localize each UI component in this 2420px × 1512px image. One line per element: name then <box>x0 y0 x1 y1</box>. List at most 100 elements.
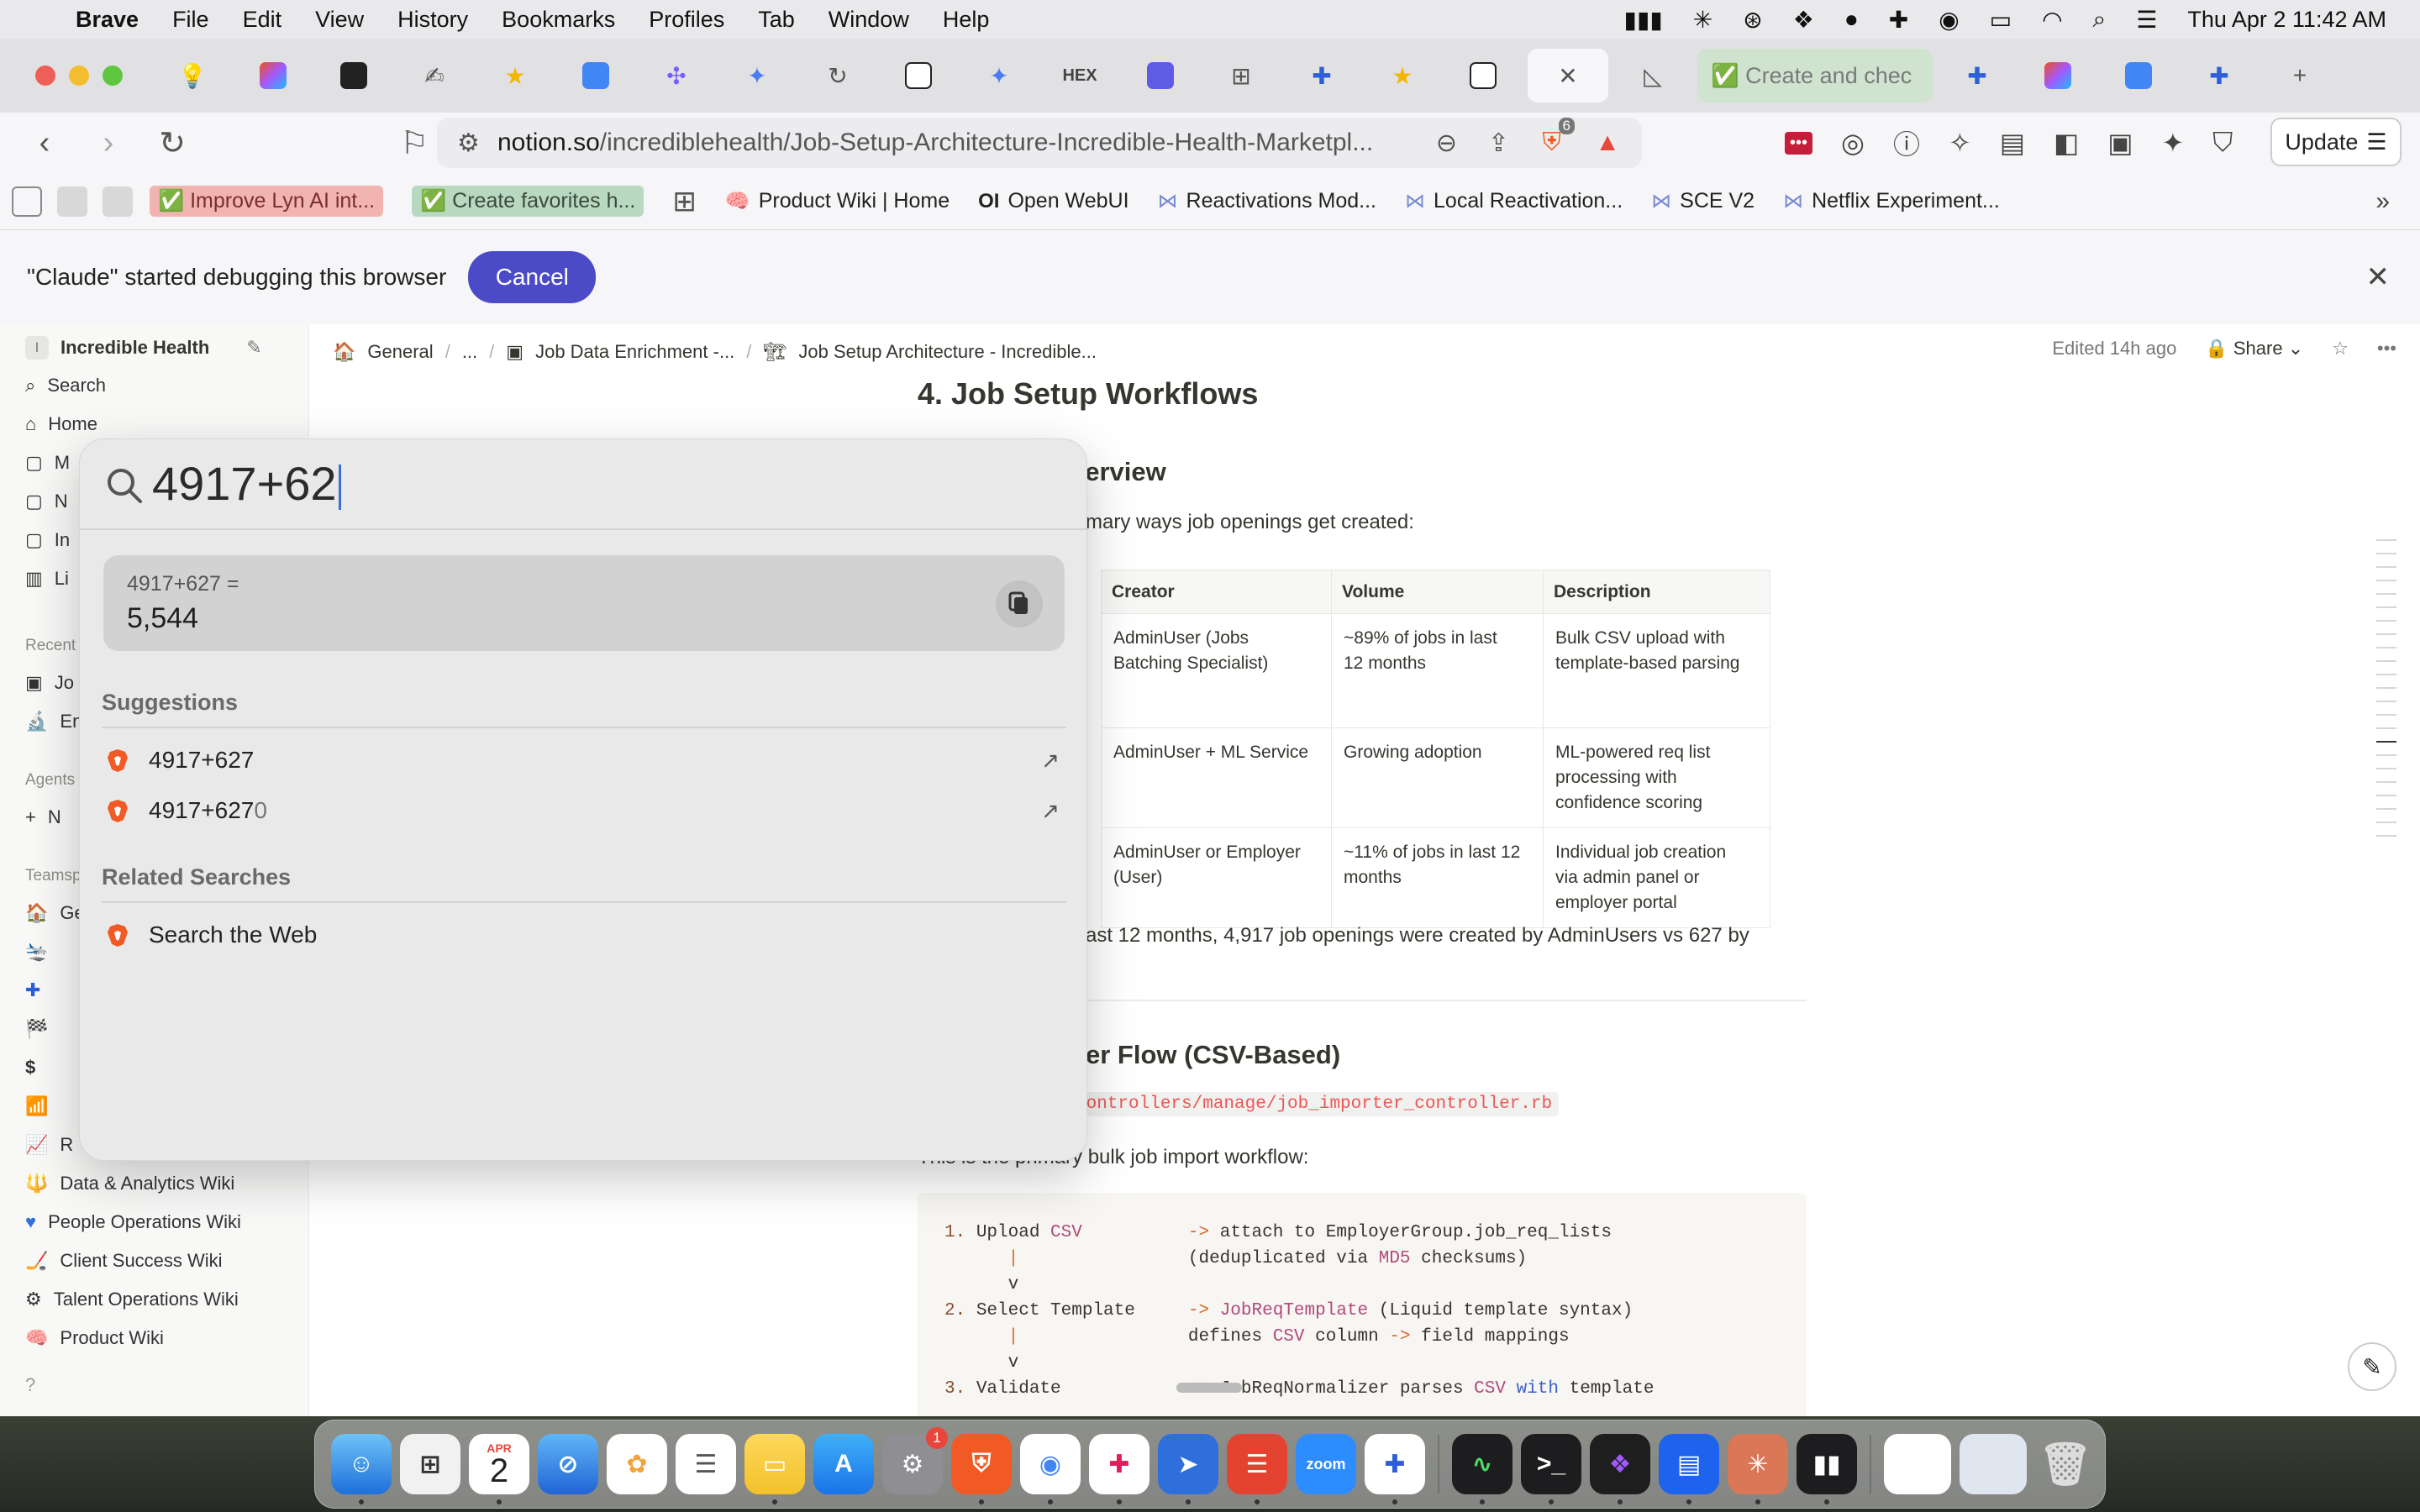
sidebar-search[interactable]: ⌕ Search <box>25 375 106 396</box>
crumb-ellipsis[interactable]: ... <box>462 341 477 363</box>
menu-edit[interactable]: Edit <box>243 7 282 33</box>
more-options-icon[interactable]: ••• <box>2377 338 2396 360</box>
leo-ai-icon[interactable]: ✦ <box>2161 127 2184 159</box>
tab-notion-2[interactable] <box>1447 49 1519 102</box>
brave-rewards-icon[interactable]: ▲ <box>1595 129 1620 157</box>
wiki-talent-ops[interactable]: ⚙ Talent Operations Wiki <box>25 1289 239 1310</box>
sidebar-item-n[interactable]: ▢ N <box>25 491 68 512</box>
menu-view[interactable]: View <box>315 7 364 33</box>
dollar-circle-icon[interactable]: ⊛ <box>1743 6 1762 34</box>
wiki-people-ops[interactable]: ♥ People Operations Wiki <box>25 1211 241 1233</box>
suggestion-item[interactable]: 4917+627 ↗ <box>102 737 1066 784</box>
new-page-icon[interactable]: ✎ <box>246 337 261 359</box>
sidebar-toggle-icon[interactable]: ◧ <box>2054 127 2079 159</box>
teamspace-item[interactable]: $ <box>25 1057 35 1079</box>
slack-app-icon[interactable]: ✚ <box>1089 1434 1150 1504</box>
tab-notion[interactable] <box>882 49 955 102</box>
claude-spark-icon[interactable]: ✳ <box>1693 6 1712 34</box>
wiki-client-success[interactable]: 🏒 Client Success Wiki <box>25 1250 223 1272</box>
bookmark-open-webui[interactable]: OI Open WebUI <box>978 189 1128 213</box>
tab-linear[interactable] <box>1124 49 1197 102</box>
forward-icon[interactable]: › <box>89 125 128 161</box>
tab-ruler[interactable]: ◺ <box>1617 49 1689 102</box>
recent-item[interactable]: 🔬 En <box>25 711 82 732</box>
tab-figma[interactable] <box>237 49 309 102</box>
crumb-general[interactable]: General <box>367 341 433 363</box>
menu-history[interactable]: History <box>397 7 468 33</box>
brave-shields-icon[interactable]: ⛨ <box>1543 129 1562 157</box>
finder-icon[interactable]: ☺ <box>331 1434 392 1504</box>
close-tab-icon[interactable]: ✕ <box>1558 62 1577 90</box>
teamspace-general[interactable]: 🏠 Ge <box>25 902 85 924</box>
todoist-icon[interactable]: ☰ <box>1227 1434 1287 1504</box>
cancel-debug-button[interactable]: Cancel <box>468 251 597 303</box>
tab-pinwheel[interactable]: ✣ <box>640 49 713 102</box>
bookmark-netflix[interactable]: ⋈ Netflix Experiment... <box>1783 189 2000 213</box>
figma-app-icon[interactable]: ❖ <box>1590 1434 1650 1504</box>
tab-gemini[interactable]: ✦ <box>721 49 793 102</box>
clickup-icon[interactable]: ✚ <box>1365 1434 1425 1504</box>
tab-group-icon[interactable] <box>12 186 42 217</box>
update-button[interactable]: Update ☰ <box>2270 118 2402 166</box>
bookmark-local-reactivation[interactable]: ⋈ Local Reactivation... <box>1405 189 1623 213</box>
reminders-icon[interactable]: ☰ <box>676 1434 736 1494</box>
archive-icon[interactable]: ▤ <box>2000 127 2025 159</box>
sidebar-item-inbox[interactable]: ▢ In <box>25 529 70 551</box>
zoom-window-button[interactable] <box>103 66 123 86</box>
direct-icon[interactable]: ➤ <box>1158 1434 1218 1504</box>
bookmark-create-favorites[interactable]: ✅ Create favorites h... <box>412 186 644 217</box>
new-agent[interactable]: + N <box>25 806 61 828</box>
address-bar[interactable]: ⚙ notion.so/incrediblehealth/Job-Setup-A… <box>437 118 1642 168</box>
menu-bookmarks[interactable]: Bookmarks <box>502 7 615 33</box>
wallet-icon[interactable]: ▣ <box>2107 127 2133 159</box>
figma-icon[interactable]: ❖ <box>1793 6 1814 34</box>
crumb-job-data-enrichment[interactable]: Job Data Enrichment -... <box>535 341 734 363</box>
zoom-out-icon[interactable]: ⊖ <box>1436 129 1457 158</box>
tab-gemini-2[interactable]: ✦ <box>963 49 1035 102</box>
teamspace-item[interactable]: 📶 <box>25 1095 48 1117</box>
brave-browser-icon[interactable]: ⛨ <box>951 1434 1012 1504</box>
tab-signature[interactable]: ✍ <box>398 49 471 102</box>
info-icon[interactable]: ⓘ <box>1893 123 1920 162</box>
safari-icon[interactable]: ⊘ <box>538 1434 598 1494</box>
tab-refresh[interactable]: ↻ <box>802 49 874 102</box>
tab-hex[interactable]: HEX <box>1044 49 1116 102</box>
slack-icon[interactable]: ✚ <box>1889 6 1908 34</box>
tab-star-2[interactable]: ★ <box>1366 49 1439 102</box>
chrome-icon[interactable]: ◉ <box>1020 1434 1081 1504</box>
trash-icon[interactable]: 🗑 <box>2035 1434 2096 1494</box>
apps-grid-icon[interactable]: ⊞ <box>672 185 697 218</box>
share-button[interactable]: 🔒 Share ⌄ <box>2205 338 2303 360</box>
help-icon[interactable]: ? <box>25 1374 35 1396</box>
site-settings-icon[interactable]: ⚙ <box>457 129 480 158</box>
favorite-star-icon[interactable]: ☆ <box>2332 338 2349 360</box>
photos-icon[interactable]: ✿ <box>607 1434 667 1494</box>
menu-file[interactable]: File <box>172 7 209 33</box>
zoom-app-icon[interactable]: zoom <box>1296 1434 1356 1494</box>
bookmark-icon[interactable]: ⚐ <box>395 124 434 162</box>
close-window-button[interactable] <box>35 66 55 86</box>
menu-app-name[interactable]: Brave <box>76 7 139 33</box>
tab-figma-2[interactable] <box>2022 49 2094 102</box>
menu-help[interactable]: Help <box>943 7 990 33</box>
activity-monitor-icon[interactable]: ∿ <box>1452 1434 1512 1504</box>
tab-calendar-2[interactable] <box>2102 49 2175 102</box>
page-outline[interactable] <box>2376 539 2396 848</box>
account-icon[interactable]: ◉ <box>1939 6 1959 34</box>
terminal-icon[interactable]: >_ <box>1521 1434 1581 1504</box>
search-web-item[interactable]: Search the Web <box>102 911 1066 958</box>
menu-tab[interactable]: Tab <box>758 7 795 33</box>
horizontal-scrollbar[interactable] <box>1176 1383 1242 1393</box>
menu-profiles[interactable]: Profiles <box>649 7 724 33</box>
minimize-window-button[interactable] <box>69 66 89 86</box>
spotlight-search-input[interactable]: 4917+62 <box>152 456 341 511</box>
wiki-data-analytics[interactable]: 🔱 Data & Analytics Wiki <box>25 1173 234 1194</box>
sidebar-item-library[interactable]: ▥ Li <box>25 568 69 590</box>
menu-window[interactable]: Window <box>829 7 909 33</box>
wiki-product[interactable]: 🧠 Product Wiki <box>25 1327 164 1349</box>
menu-clock[interactable]: Thu Apr 2 11:42 AM <box>2187 7 2386 33</box>
lastpass-icon[interactable]: ••• <box>1785 131 1813 155</box>
recent-window-thumbnail[interactable] <box>1884 1434 1951 1494</box>
activity-bars-icon[interactable]: ▮▮▮ <box>1624 6 1663 34</box>
calendar-app-icon[interactable]: APR 2 <box>469 1434 529 1504</box>
